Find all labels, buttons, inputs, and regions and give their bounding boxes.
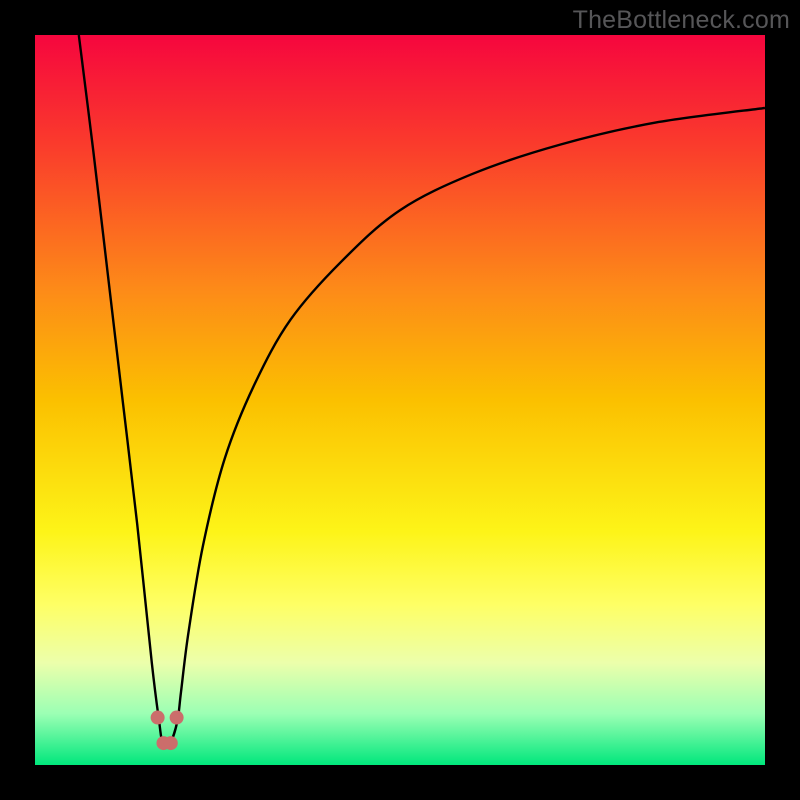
min-marker: [164, 736, 178, 750]
chart-frame: TheBottleneck.com: [0, 0, 800, 800]
bottleneck-curve: [35, 35, 765, 765]
plot-area: [35, 35, 765, 765]
min-marker: [170, 711, 184, 725]
watermark-text: TheBottleneck.com: [573, 6, 790, 35]
min-marker: [151, 711, 165, 725]
